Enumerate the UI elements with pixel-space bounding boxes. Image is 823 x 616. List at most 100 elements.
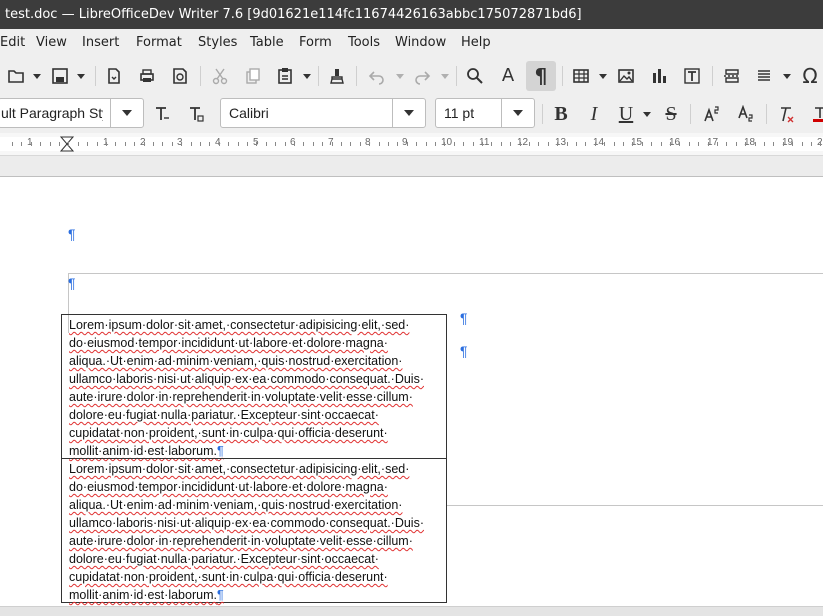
ruler-tick — [708, 142, 709, 146]
special-character-icon[interactable]: Ω — [796, 61, 823, 91]
ruler-tick — [585, 142, 586, 146]
subscript-icon[interactable] — [732, 99, 760, 129]
insert-field-icon[interactable] — [750, 61, 778, 91]
ruler-tick — [191, 142, 192, 146]
ruler-tick — [670, 142, 671, 146]
ruler-tick — [726, 142, 727, 146]
font-size-dropdown[interactable] — [501, 99, 534, 127]
ruler-tick — [764, 142, 765, 146]
ruler-tick — [501, 142, 502, 146]
formatting-marks-icon[interactable]: ¶ — [526, 61, 556, 91]
menu-tools[interactable]: Tools — [348, 29, 380, 57]
toolbar-separator — [200, 66, 201, 86]
menu-help[interactable]: Help — [461, 29, 491, 57]
open-folder-icon[interactable] — [2, 61, 30, 91]
clone-formatting-icon[interactable] — [323, 61, 351, 91]
ruler-tick — [219, 142, 220, 146]
table-cell[interactable]: Lorem·ipsum·dolor·sit·amet,·consectetur·… — [61, 458, 447, 603]
insert-chart-icon[interactable] — [645, 61, 673, 91]
toolbar-separator — [318, 66, 319, 86]
spelling-icon[interactable]: A — [494, 61, 522, 91]
print-icon[interactable] — [133, 61, 161, 91]
insert-field-dropdown[interactable] — [782, 61, 792, 91]
paragraph-style-dropdown[interactable] — [110, 99, 143, 127]
menu-styles[interactable]: Styles — [198, 29, 237, 57]
undo-dropdown[interactable] — [395, 61, 405, 91]
ruler-tick — [595, 142, 596, 146]
toolbar-separator — [562, 66, 563, 86]
redo-icon[interactable] — [408, 61, 436, 91]
ruler-tick — [576, 142, 577, 146]
text-boundary-line — [447, 505, 823, 506]
update-style-icon[interactable] — [148, 99, 176, 129]
bold-button[interactable]: B — [548, 100, 574, 128]
ruler-tick — [31, 142, 32, 146]
ruler-tick — [322, 142, 323, 146]
insert-table-icon[interactable] — [567, 61, 595, 91]
insert-image-icon[interactable] — [612, 61, 640, 91]
paste-icon[interactable] — [271, 61, 299, 91]
menu-form[interactable]: Form — [299, 29, 332, 57]
paragraph-style-combo[interactable]: ult Paragraph Sty — [0, 98, 144, 128]
italic-button[interactable]: I — [581, 100, 607, 128]
font-name-combo[interactable]: Calibri — [220, 98, 426, 128]
copy-icon[interactable] — [239, 61, 267, 91]
text-line: mollit·anim·id·est·laborum.¶ — [69, 586, 440, 604]
text-line: aute·irure·dolor·in·reprehenderit·in·vol… — [69, 390, 413, 404]
paragraph-mark: ¶ — [460, 343, 468, 359]
menu-insert[interactable]: Insert — [82, 29, 119, 57]
export-pdf-icon[interactable] — [100, 61, 128, 91]
text-line: Lorem·ipsum·dolor·sit·amet,·consectetur·… — [69, 462, 410, 476]
superscript-icon[interactable] — [698, 99, 726, 129]
ruler-tick — [12, 142, 13, 146]
ruler-tick — [651, 142, 652, 146]
ruler-tick — [510, 142, 511, 146]
find-replace-icon[interactable] — [461, 61, 489, 91]
paste-dropdown[interactable] — [302, 61, 312, 91]
ruler-tick — [689, 142, 690, 146]
ruler-tick — [736, 142, 737, 146]
text-line: cupidatat·non·proident,·sunt·in·culpa·qu… — [69, 570, 388, 584]
insert-text-box-icon[interactable] — [678, 61, 706, 91]
paragraph-mark: ¶ — [216, 444, 224, 458]
menu-table[interactable]: Table — [250, 29, 284, 57]
clear-formatting-icon[interactable] — [772, 99, 800, 129]
ruler-tick — [557, 142, 558, 146]
cut-icon[interactable] — [206, 61, 234, 91]
table-cell[interactable]: Lorem·ipsum·dolor·sit·amet,·consectetur·… — [61, 314, 447, 459]
menu-view[interactable]: View — [36, 29, 67, 57]
font-size-combo[interactable]: 11 pt — [435, 98, 535, 128]
save-icon[interactable] — [46, 61, 74, 91]
insert-page-break-icon[interactable] — [718, 61, 746, 91]
save-dropdown[interactable] — [76, 61, 86, 91]
text-line: aliqua.·Ut·enim·ad·minim·veniam,·quis·no… — [69, 498, 403, 512]
font-color-icon[interactable] — [806, 99, 823, 129]
ruler-tick — [435, 142, 436, 146]
ruler-tick — [153, 142, 154, 146]
menu-format[interactable]: Format — [136, 29, 182, 57]
underline-button[interactable]: U — [613, 100, 639, 128]
new-style-icon[interactable] — [182, 99, 210, 129]
document-page[interactable]: ¶ ¶ ¶ ¶ Lorem·ipsum·dolor·sit·amet,·cons… — [0, 177, 823, 606]
toolbar-separator — [542, 104, 543, 124]
undo-icon[interactable] — [363, 61, 391, 91]
ruler-tick — [463, 142, 464, 146]
strikethrough-button[interactable]: S — [658, 100, 684, 128]
ruler-tick — [68, 142, 69, 146]
ruler-tick — [811, 142, 812, 146]
menu-edit[interactable]: Edit — [0, 29, 25, 57]
underline-dropdown[interactable] — [642, 100, 652, 128]
print-preview-icon[interactable] — [166, 61, 194, 91]
menu-window[interactable]: Window — [395, 29, 446, 57]
text-line-content: mollit·anim·id·est·laborum. — [69, 588, 217, 602]
font-name-dropdown[interactable] — [392, 99, 425, 127]
insert-table-dropdown[interactable] — [598, 61, 608, 91]
horizontal-ruler[interactable]: 1123456789101112131415161718192 — [0, 133, 823, 156]
menu-bar: Edit View Insert Format Styles Table For… — [0, 29, 823, 57]
open-dropdown[interactable] — [32, 61, 42, 91]
redo-dropdown[interactable] — [440, 61, 450, 91]
ruler-tick — [50, 142, 51, 146]
ruler-tick — [444, 142, 445, 146]
indent-marker-icon[interactable] — [60, 136, 74, 152]
ruler-tick — [144, 142, 145, 146]
